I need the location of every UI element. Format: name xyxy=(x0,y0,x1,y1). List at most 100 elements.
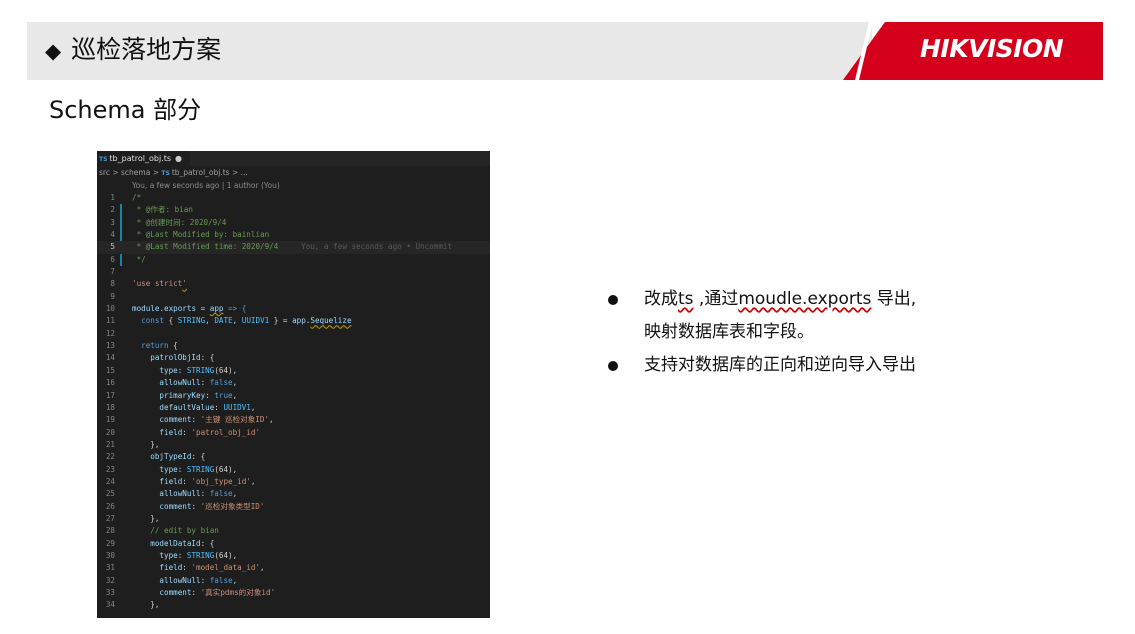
line-number: 3 xyxy=(110,217,115,227)
code-line: 21 }, xyxy=(97,439,490,451)
code-line: 4 * @Last Modified by: bainlian xyxy=(97,229,490,241)
code-token: { xyxy=(168,341,178,351)
code-line: 24 field: 'obj_type_id', xyxy=(97,476,490,488)
code-line: 28 // edit by bian xyxy=(97,525,490,537)
bullet-continuation: 映射数据库表和字段。 xyxy=(607,316,916,349)
bullet-text: 映射数据库表和字段。 xyxy=(644,322,814,342)
code-token: , xyxy=(260,563,265,573)
code-token: } = xyxy=(269,316,293,326)
line-number: 6 xyxy=(110,254,115,264)
code-token: false xyxy=(209,575,233,585)
line-number: 8 xyxy=(110,279,115,289)
code-token: }, xyxy=(132,439,160,449)
line-number: 32 xyxy=(105,575,115,585)
code-token: '巡检对象类型ID' xyxy=(200,501,265,511)
code-token: field xyxy=(132,563,183,573)
code-token: type xyxy=(132,550,178,560)
code-token: return xyxy=(132,341,169,351)
code-token: : xyxy=(191,588,201,597)
line-number: 26 xyxy=(105,501,115,511)
code-line: 32 allowNull: false, xyxy=(97,575,490,587)
code-token: : xyxy=(177,365,187,375)
code-token: : xyxy=(205,390,215,400)
line-number: 12 xyxy=(105,328,115,338)
code-token: : { xyxy=(191,452,206,462)
line-number: 13 xyxy=(105,341,115,351)
code-token: patrolObjId xyxy=(132,353,201,363)
line-number: 7 xyxy=(110,267,115,277)
code-token: : xyxy=(177,464,187,474)
breadcrumb-symbol[interactable]: ... xyxy=(241,168,248,177)
code-token: allowNull xyxy=(132,378,201,388)
code-token: exports xyxy=(164,304,197,314)
code-token: You, a few seconds ago • Uncommit xyxy=(278,242,453,252)
bullet-text: ,通过 xyxy=(693,289,739,309)
code-token: * @创建时间: 2020/9/4 xyxy=(132,217,227,227)
code-token: STRING xyxy=(186,464,215,474)
code-token: * @作者: bian xyxy=(132,205,193,215)
code-line: 27 }, xyxy=(97,513,490,525)
code-token: DATE xyxy=(214,316,233,326)
code-token: , xyxy=(205,316,215,326)
page-title-text: 巡检落地方案 xyxy=(71,35,222,64)
code-line: 1 /* xyxy=(97,192,490,204)
bullet-text: 改成 xyxy=(644,289,678,309)
code-token: : { xyxy=(200,353,215,363)
code-line: 25 allowNull: false, xyxy=(97,488,490,500)
code-token: defaultValue xyxy=(132,402,215,412)
code-line: 16 allowNull: false, xyxy=(97,377,490,389)
code-token: app xyxy=(292,316,306,326)
bullet-item: 改成ts ,通过moudle.exports 导出, xyxy=(607,283,916,316)
line-number: 24 xyxy=(105,476,115,486)
page-title: ◆ 巡检落地方案 xyxy=(45,33,221,68)
code-line: 9 xyxy=(97,291,490,303)
code-line: 30 type: STRING(64), xyxy=(97,550,490,562)
code-token: , xyxy=(250,402,256,412)
code-token: (64), xyxy=(214,464,238,474)
line-number: 19 xyxy=(105,415,115,425)
code-token: app xyxy=(209,304,224,314)
code-line: 26 comment: '巡检对象类型ID' xyxy=(97,501,490,513)
breadcrumb-schema[interactable]: schema xyxy=(121,168,150,177)
codelens-blame[interactable]: You, a few seconds ago | 1 author (You) xyxy=(97,180,490,192)
code-token: }, xyxy=(132,600,160,610)
bullet-list: 改成ts ,通过moudle.exports 导出, 映射数据库表和字段。 支持… xyxy=(607,283,916,382)
code-token: }, xyxy=(132,513,160,523)
code-token: , xyxy=(232,489,238,499)
code-token: { xyxy=(164,316,178,326)
code-line: 22 objTypeId: { xyxy=(97,451,490,463)
code-token: comment xyxy=(132,588,192,597)
line-number: 27 xyxy=(105,513,115,523)
code-token: , xyxy=(232,378,238,388)
code-line: 8 'use strict' xyxy=(97,278,490,290)
code-line: 3 * @创建时间: 2020/9/4 xyxy=(97,217,490,229)
code-token: true xyxy=(214,390,233,400)
bullet-text: 导出, xyxy=(871,289,917,309)
code-line: 2 * @作者: bian xyxy=(97,204,490,216)
breadcrumb-src[interactable]: src xyxy=(99,168,110,177)
code-line: 34 }, xyxy=(97,599,490,611)
code-line: 14 patrolObjId: { xyxy=(97,352,490,364)
code-line-current: 5 * @Last Modified time: 2020/9/4 You, a… xyxy=(97,241,490,254)
code-token: STRING xyxy=(186,365,215,375)
code-token: : xyxy=(200,575,210,585)
code-token: allowNull xyxy=(132,489,201,499)
line-number: 11 xyxy=(105,316,115,326)
line-number: 18 xyxy=(105,402,115,412)
code-line: 29 modelDataId: { xyxy=(97,538,490,550)
code-token: : { xyxy=(200,538,215,548)
code-token: module xyxy=(132,304,160,314)
breadcrumb-file[interactable]: tb_patrol_obj.ts xyxy=(172,168,230,177)
code-token: : xyxy=(200,489,210,499)
code-area[interactable]: 1 /* 2 * @作者: bian 3 * @创建时间: 2020/9/4 4 … xyxy=(97,192,490,612)
line-number: 17 xyxy=(105,390,115,400)
code-line: 13 return { xyxy=(97,340,490,352)
breadcrumb: src > schema > TS tb_patrol_obj.ts > ... xyxy=(97,166,490,180)
editor-tab[interactable]: TS tb_patrol_obj.ts ● xyxy=(97,151,191,166)
code-token: , xyxy=(232,390,238,400)
code-line: 19 comment: '主键 巡检对象ID', xyxy=(97,414,490,426)
code-line: 31 field: 'model_data_id', xyxy=(97,562,490,574)
line-number: 10 xyxy=(105,304,115,314)
line-number: 1 xyxy=(110,193,115,202)
line-number: 20 xyxy=(105,427,115,437)
